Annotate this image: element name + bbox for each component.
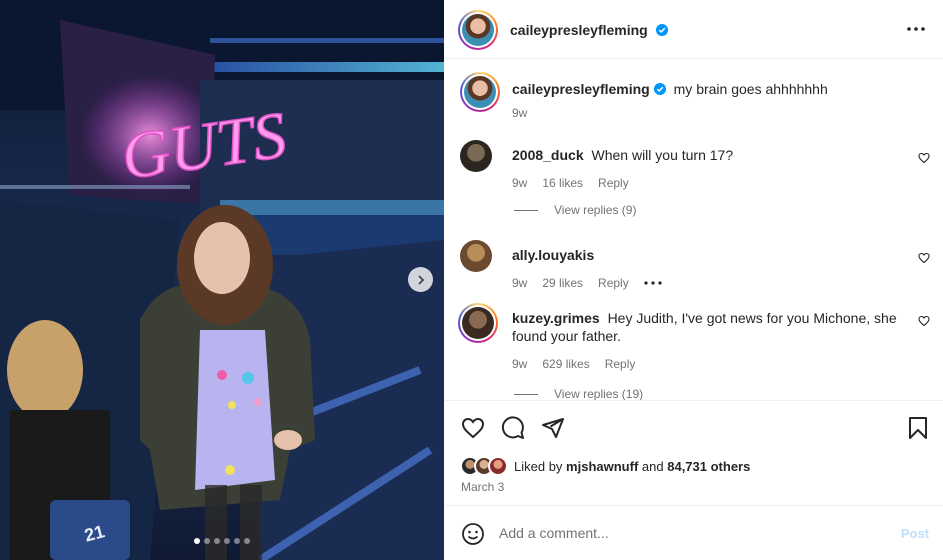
carousel-dot[interactable] (224, 538, 230, 544)
liker-username[interactable]: mjshawnuff (566, 459, 638, 474)
comment-username[interactable]: kuzey.grimes (512, 310, 600, 326)
post-date[interactable]: March 3 (461, 480, 504, 494)
verified-icon (653, 83, 666, 95)
carousel-dot[interactable] (204, 538, 210, 544)
likes-prefix: Liked by (514, 458, 563, 474)
likes-summary: Liked by mjshawnuff and 84,731 others (460, 456, 750, 476)
comment-time: 9w (512, 276, 528, 290)
comment-input[interactable] (499, 522, 879, 544)
post-photo: GUTS 21 (0, 0, 444, 560)
list-item: kuzey.grimes Hey Judith, I've got news f… (458, 303, 930, 378)
comment-likes[interactable]: 29 likes (542, 274, 583, 292)
comment-username[interactable]: ally.louyakis (512, 247, 594, 263)
list-item: 2008_duck When will you turn 17? 9w 16 l… (460, 140, 930, 200)
comment-time: 9w (512, 357, 528, 371)
post-panel: caileypresleyfleming caileypresleyflemin… (444, 0, 943, 560)
reply-button[interactable]: Reply (598, 274, 629, 292)
share-icon[interactable] (541, 416, 565, 440)
heart-icon[interactable] (918, 252, 930, 264)
carousel-dot[interactable] (244, 538, 250, 544)
comment-text: When will you turn 17? (591, 147, 734, 163)
commenter-avatar[interactable] (460, 240, 492, 272)
emoji-icon[interactable] (461, 522, 485, 546)
post-button[interactable]: Post (901, 526, 929, 541)
comment-likes[interactable]: 16 likes (542, 174, 583, 192)
carousel-dot[interactable] (194, 538, 200, 544)
commenter-avatar[interactable] (458, 303, 498, 343)
author-name-row: caileypresleyfleming (510, 22, 669, 40)
likes-count[interactable]: 84,731 others (667, 459, 750, 474)
caption-username[interactable]: caileypresleyfleming (512, 81, 650, 97)
view-replies-label: View replies (9) (554, 203, 637, 217)
post-header: caileypresleyfleming (444, 0, 943, 59)
action-bar: Liked by mjshawnuff and 84,731 others Ma… (444, 400, 943, 518)
heart-icon[interactable] (918, 315, 930, 327)
carousel-dot[interactable] (234, 538, 240, 544)
comment-username[interactable]: 2008_duck (512, 147, 584, 163)
reply-button[interactable]: Reply (605, 355, 636, 373)
caption-avatar[interactable] (460, 72, 500, 112)
reply-button[interactable]: Reply (598, 174, 629, 192)
next-photo-button[interactable] (408, 267, 433, 292)
comment-time: 9w (512, 176, 528, 190)
view-replies-label: View replies (19) (554, 387, 644, 400)
bookmark-icon[interactable] (906, 416, 930, 440)
author-avatar[interactable] (458, 10, 498, 50)
heart-icon[interactable] (461, 416, 485, 440)
caption-time: 9w (512, 106, 528, 120)
liker-avatar[interactable] (488, 456, 508, 476)
chevron-right-icon (417, 274, 424, 285)
more-icon[interactable] (905, 20, 927, 38)
more-icon[interactable] (644, 281, 662, 285)
carousel-dots (194, 538, 250, 544)
comments-list[interactable]: caileypresleyfleming my brain goes ahhhh… (444, 60, 943, 400)
list-item: ally.louyakis 9w 29 likes Reply (460, 240, 930, 290)
carousel-dot[interactable] (214, 538, 220, 544)
heart-icon[interactable] (918, 152, 930, 164)
comment-icon[interactable] (501, 416, 525, 440)
view-replies-button[interactable]: View replies (9) (514, 203, 636, 217)
commenter-avatar[interactable] (460, 140, 492, 172)
author-username[interactable]: caileypresleyfleming (510, 22, 648, 38)
caption: caileypresleyfleming my brain goes ahhhh… (460, 72, 930, 122)
verified-icon (656, 24, 669, 36)
caption-text: my brain goes ahhhhhhh (673, 81, 828, 97)
comment-likes[interactable]: 629 likes (542, 355, 589, 373)
comment-composer: Post (444, 505, 943, 560)
likes-and: and (641, 458, 664, 474)
view-replies-button[interactable]: View replies (19) (514, 387, 643, 400)
concert-photo: GUTS 21 (0, 0, 444, 560)
